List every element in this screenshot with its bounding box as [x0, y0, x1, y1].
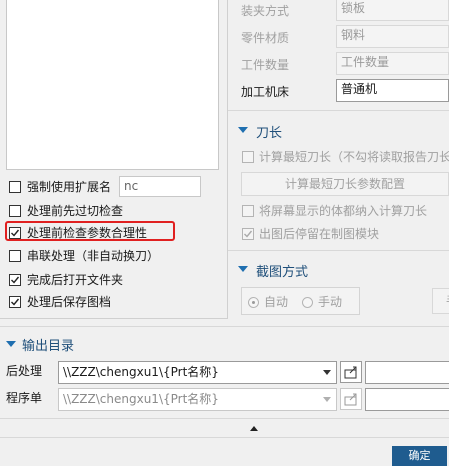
save-drawing-checkbox[interactable]: [9, 296, 21, 308]
calc-shortest-checkbox[interactable]: [242, 151, 254, 163]
stay-drawing-checkbox[interactable]: [242, 228, 254, 240]
right-divider-2: [228, 250, 449, 251]
machine-label: 加工机床: [241, 85, 290, 99]
dropdown-arrow-icon[interactable]: [323, 397, 331, 402]
param-check-checkbox[interactable]: [9, 227, 21, 239]
vertical-divider: [227, 0, 228, 319]
collapse-triangle-icon[interactable]: [238, 266, 248, 272]
post-process-path-value: \\ZZZ\chengxu1\{Prt名称}: [63, 365, 219, 379]
calc-shortest-label: 计算最短刀长（不勾将读取报告刀长: [259, 150, 449, 164]
save-drawing-label: 处理后保存图档: [27, 295, 112, 309]
radio-manual-label: 手动: [318, 295, 343, 309]
open-folder-checkbox[interactable]: [9, 274, 21, 286]
program-sheet-label: 程序单: [6, 391, 43, 405]
left-panel-divider: [0, 318, 228, 319]
radio-auto[interactable]: [248, 297, 259, 308]
clamp-method-field[interactable]: 锁板: [336, 0, 449, 21]
output-dir-title: 输出目录: [22, 339, 75, 354]
quantity-label: 工件数量: [241, 58, 290, 72]
tool-length-title: 刀长: [256, 126, 283, 141]
right-divider-1: [228, 110, 449, 111]
confirm-button[interactable]: 确定: [392, 446, 447, 466]
output-divider: [0, 326, 449, 327]
program-sheet-path-value: \\ZZZ\chengxu1\{Prt名称}: [63, 392, 219, 406]
quantity-field[interactable]: 工件数量: [336, 52, 449, 75]
confirm-button-label: 确定: [408, 449, 431, 462]
serial-process-label: 串联处理（非自动换刀）: [27, 249, 160, 263]
post-process-path-combo[interactable]: \\ZZZ\chengxu1\{Prt名称}: [58, 361, 337, 384]
clamp-method-label: 装夹方式: [241, 4, 290, 18]
manual-screenshot-button[interactable]: 手: [432, 288, 449, 314]
program-sheet-folder-button[interactable]: [340, 388, 362, 410]
program-sheet-path-combo[interactable]: \\ZZZ\chengxu1\{Prt名称}: [58, 388, 337, 411]
overcut-check-label: 处理前先过切检查: [27, 204, 124, 218]
post-process-label: 后处理: [6, 364, 43, 378]
checkmark-icon: [11, 229, 20, 237]
stay-drawing-label: 出图后停留在制图模块: [259, 227, 380, 241]
left-list-area: [6, 0, 219, 170]
collapse-triangle-icon[interactable]: [238, 127, 248, 133]
param-check-label: 处理前检查参数合理性: [27, 226, 148, 240]
extension-input[interactable]: nc: [119, 176, 201, 197]
post-process-folder-button[interactable]: [340, 361, 362, 383]
serial-process-checkbox[interactable]: [9, 250, 21, 262]
folder-export-icon: [344, 393, 357, 406]
screen-bodies-label: 将屏幕显示的体都纳入计算刀长: [259, 204, 428, 218]
post-process-extra-field[interactable]: [365, 361, 449, 384]
radio-auto-label: 自动: [264, 295, 289, 309]
program-sheet-extra-field[interactable]: [365, 388, 449, 411]
force-extension-label: 强制使用扩展名: [27, 180, 112, 194]
machine-field[interactable]: 普通机: [336, 79, 449, 102]
folder-export-icon: [344, 366, 357, 379]
calc-config-button[interactable]: 计算最短刀长参数配置: [241, 172, 449, 196]
radio-manual[interactable]: [302, 297, 313, 308]
expand-up-icon[interactable]: [250, 426, 258, 431]
force-extension-checkbox[interactable]: [9, 181, 21, 193]
collapse-triangle-icon[interactable]: [6, 341, 16, 347]
screenshot-title: 截图方式: [256, 265, 309, 280]
expand-bar[interactable]: [0, 418, 449, 438]
material-label: 零件材质: [241, 31, 290, 45]
dropdown-arrow-icon[interactable]: [323, 370, 331, 375]
material-field[interactable]: 钢料: [336, 25, 449, 48]
checkmark-icon: [11, 298, 20, 306]
overcut-check-checkbox[interactable]: [9, 205, 21, 217]
checkmark-icon: [244, 230, 253, 238]
open-folder-label: 完成后打开文件夹: [27, 273, 124, 287]
checkmark-icon: [11, 276, 20, 284]
screen-bodies-checkbox[interactable]: [242, 205, 254, 217]
